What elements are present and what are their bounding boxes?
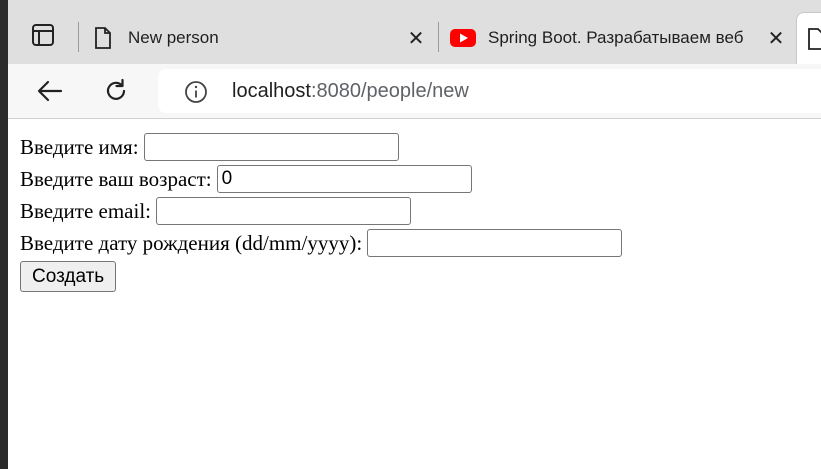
browser-toolbar: localhost:8080/people/new [8,64,821,119]
tab-actions-icon [32,24,54,46]
birth-date-label: Введите дату рождения (dd/mm/yyyy): [20,230,363,255]
name-row: Введите имя: [20,131,622,163]
age-label: Введите ваш возраст: [20,166,212,191]
background-window-strip [0,0,8,469]
tab-title: New person [128,28,219,47]
reload-icon [106,78,126,100]
url-path: :8080/people/new [310,80,469,102]
tab-actions-button[interactable] [22,14,64,56]
close-icon[interactable]: ✕ [762,26,790,51]
page-icon [90,27,116,49]
back-button[interactable] [30,73,70,109]
birth-date-input[interactable] [367,229,623,257]
tab-separator [438,22,439,52]
tab-title: Spring Boot. Разрабатываем веб [488,28,744,47]
tab-new-person[interactable]: New person ✕ [90,12,430,64]
info-icon[interactable] [184,80,208,109]
age-input[interactable] [216,165,472,193]
tab-separator [78,22,79,52]
email-input[interactable] [156,197,411,225]
name-label: Введите имя: [20,134,139,159]
new-person-form: Введите имя: Введите ваш возраст: Введит… [20,131,623,292]
create-button[interactable]: Создать [20,261,117,292]
url-text: localhost:8080/people/new [232,80,469,103]
name-input[interactable] [143,133,399,161]
tab-bar: New person ✕ Spring Boot. Разрабатываем … [8,0,821,65]
age-row: Введите ваш возраст: [20,163,622,195]
email-label: Введите email: [20,198,151,223]
active-tab-edge[interactable] [796,12,821,65]
url-host: localhost [232,80,311,102]
address-bar[interactable]: localhost:8080/people/new [158,69,821,113]
close-icon[interactable]: ✕ [402,26,430,51]
email-row: Введите email: [20,195,622,227]
birth-date-row: Введите дату рождения (dd/mm/yyyy): [20,227,623,259]
youtube-icon [450,29,476,47]
reload-button[interactable] [96,73,136,109]
page-icon [808,28,821,50]
tab-spring-boot[interactable]: Spring Boot. Разрабатываем веб ✕ [450,12,790,64]
back-arrow-icon [37,80,63,102]
